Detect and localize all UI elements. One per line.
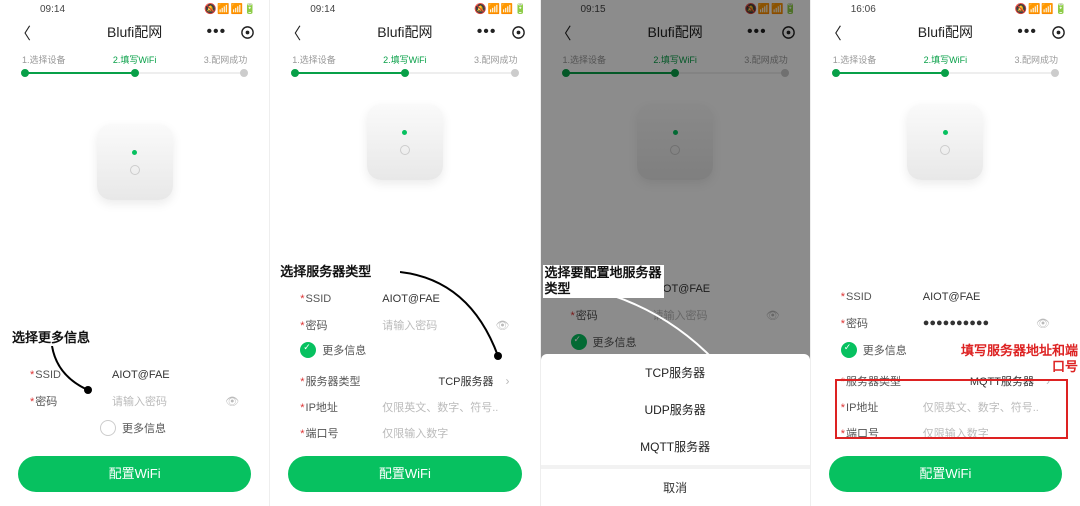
status-time: 09:14	[310, 4, 335, 15]
sheet-option-tcp[interactable]: TCP服务器	[541, 354, 810, 391]
phone-2: 09:14 🔕 📶 📶 🔋 〈 Blufi配网 ••• 1.选择设备 2.填写W…	[270, 0, 540, 506]
sheet-cancel[interactable]: 取消	[541, 469, 810, 506]
status-time: 09:14	[40, 4, 65, 15]
password-row: *密码 请输入密码 👁	[30, 388, 239, 414]
ip-input[interactable]: 仅限英文、数字、符号..	[382, 399, 509, 415]
annotation-sheet: 选择要配置地服务器类型	[543, 265, 664, 298]
chevron-right-icon: ›	[506, 374, 510, 388]
ssid-value[interactable]: AIOT@FAE	[923, 291, 1050, 303]
device-illustration	[97, 124, 173, 200]
ssid-label: *SSID	[30, 369, 100, 381]
device-illustration	[907, 104, 983, 180]
eye-icon[interactable]: 👁	[496, 319, 510, 332]
sheet-option-udp[interactable]: UDP服务器	[541, 391, 810, 428]
eye-icon[interactable]: 👁	[1036, 317, 1050, 330]
phone-3: 09:15 🔕 📶 📶 🔋 〈 Blufi配网 ••• 1.选择设备 2.填写W…	[541, 0, 811, 506]
page-title: Blufi配网	[0, 22, 269, 42]
wifi-form: *SSID AIOT@FAE *密码 请输入密码 👁 更多信息	[0, 362, 269, 446]
more-info-toggle[interactable]: 更多信息	[300, 338, 509, 368]
checkbox-icon	[300, 342, 316, 358]
config-wifi-button[interactable]: 配置WiFi	[288, 456, 521, 492]
step-1: 1.选择设备	[22, 53, 66, 66]
step-3: 3.配网成功	[204, 53, 248, 66]
status-bar: 09:14 🔕 📶 📶 🔋	[0, 0, 269, 15]
port-input[interactable]: 仅限输入数字	[382, 425, 509, 441]
server-type-sheet: TCP服务器 UDP服务器 MQTT服务器 取消	[541, 354, 810, 506]
more-info-label: 更多信息	[122, 420, 166, 436]
ssid-value[interactable]: AIOT@FAE	[382, 293, 509, 305]
status-bar: 09:14 🔕 📶 📶 🔋	[270, 0, 539, 15]
step-indicator: 1.选择设备 2.填写WiFi 3.配网成功	[270, 45, 539, 68]
server-type-row[interactable]: *服务器类型 TCP服务器 ›	[300, 368, 509, 394]
status-icons: 🔕 📶 📶 🔋	[204, 4, 255, 15]
phone-4: 16:06 🔕 📶 📶 🔋 〈 Blufi配网 ••• 1.选择设备 2.填写W…	[811, 0, 1080, 506]
password-input[interactable]: ●●●●●●●●●●	[923, 317, 1024, 329]
password-label: 密码	[846, 318, 868, 330]
step-progress	[294, 72, 515, 74]
ssid-label: SSID	[846, 291, 872, 303]
step-indicator: 1.选择设备 2.填写WiFi 3.配网成功	[0, 45, 269, 68]
topnav: 〈 Blufi配网 •••	[0, 15, 269, 45]
password-label: *密码	[30, 393, 100, 409]
checkbox-icon	[841, 342, 857, 358]
annotation-server-type: 选择服务器类型	[280, 264, 371, 280]
annotation-more-info: 选择更多信息	[12, 330, 90, 346]
step-2: 2.填写WiFi	[113, 53, 157, 66]
step-3: 3.配网成功	[474, 53, 518, 66]
wifi-form-expanded: *SSID AIOT@FAE *密码 请输入密码 👁 更多信息 *服务器类型 T…	[270, 286, 539, 446]
ssid-label: SSID	[306, 293, 332, 305]
device-illustration	[367, 104, 443, 180]
checkbox-icon	[100, 420, 116, 436]
server-type-value: TCP服务器	[382, 373, 493, 389]
more-info-label: 更多信息	[322, 342, 366, 358]
config-wifi-button[interactable]: 配置WiFi	[18, 456, 251, 492]
status-time: 16:06	[851, 4, 876, 15]
status-icons: 🔕 📶 📶 🔋	[474, 4, 525, 15]
ssid-value[interactable]: AIOT@FAE	[112, 369, 239, 381]
password-input[interactable]: 请输入密码	[382, 317, 483, 333]
topnav: 〈 Blufi配网 •••	[270, 15, 539, 45]
annotation-address-port: 填写服务器地址和端口号	[961, 343, 1078, 376]
highlight-box	[835, 379, 1068, 439]
ip-label: IP地址	[306, 402, 338, 414]
password-input[interactable]: 请输入密码	[112, 393, 213, 409]
step-progress	[24, 72, 245, 74]
step-indicator: 1.选择设备 2.填写WiFi 3.配网成功	[811, 45, 1080, 68]
password-label: 密码	[306, 320, 328, 332]
step-1: 1.选择设备	[292, 53, 336, 66]
more-info-toggle[interactable]: 更多信息	[30, 414, 239, 446]
page-title: Blufi配网	[811, 22, 1080, 42]
ssid-row: *SSID AIOT@FAE	[30, 362, 239, 388]
status-icons: 🔕 📶 📶 🔋	[1015, 4, 1066, 15]
sheet-option-mqtt[interactable]: MQTT服务器	[541, 428, 810, 465]
port-label: 端口号	[306, 428, 339, 440]
eye-icon[interactable]: 👁	[225, 395, 239, 408]
phone-1: 09:14 🔕 📶 📶 🔋 〈 Blufi配网 ••• 1.选择设备 2.填写W…	[0, 0, 270, 506]
status-bar: 16:06 🔕 📶 📶 🔋	[811, 0, 1080, 15]
step-2: 2.填写WiFi	[383, 53, 427, 66]
more-info-label: 更多信息	[863, 342, 907, 358]
page-title: Blufi配网	[270, 22, 539, 42]
config-wifi-button[interactable]: 配置WiFi	[829, 456, 1062, 492]
topnav: 〈 Blufi配网 •••	[811, 15, 1080, 45]
